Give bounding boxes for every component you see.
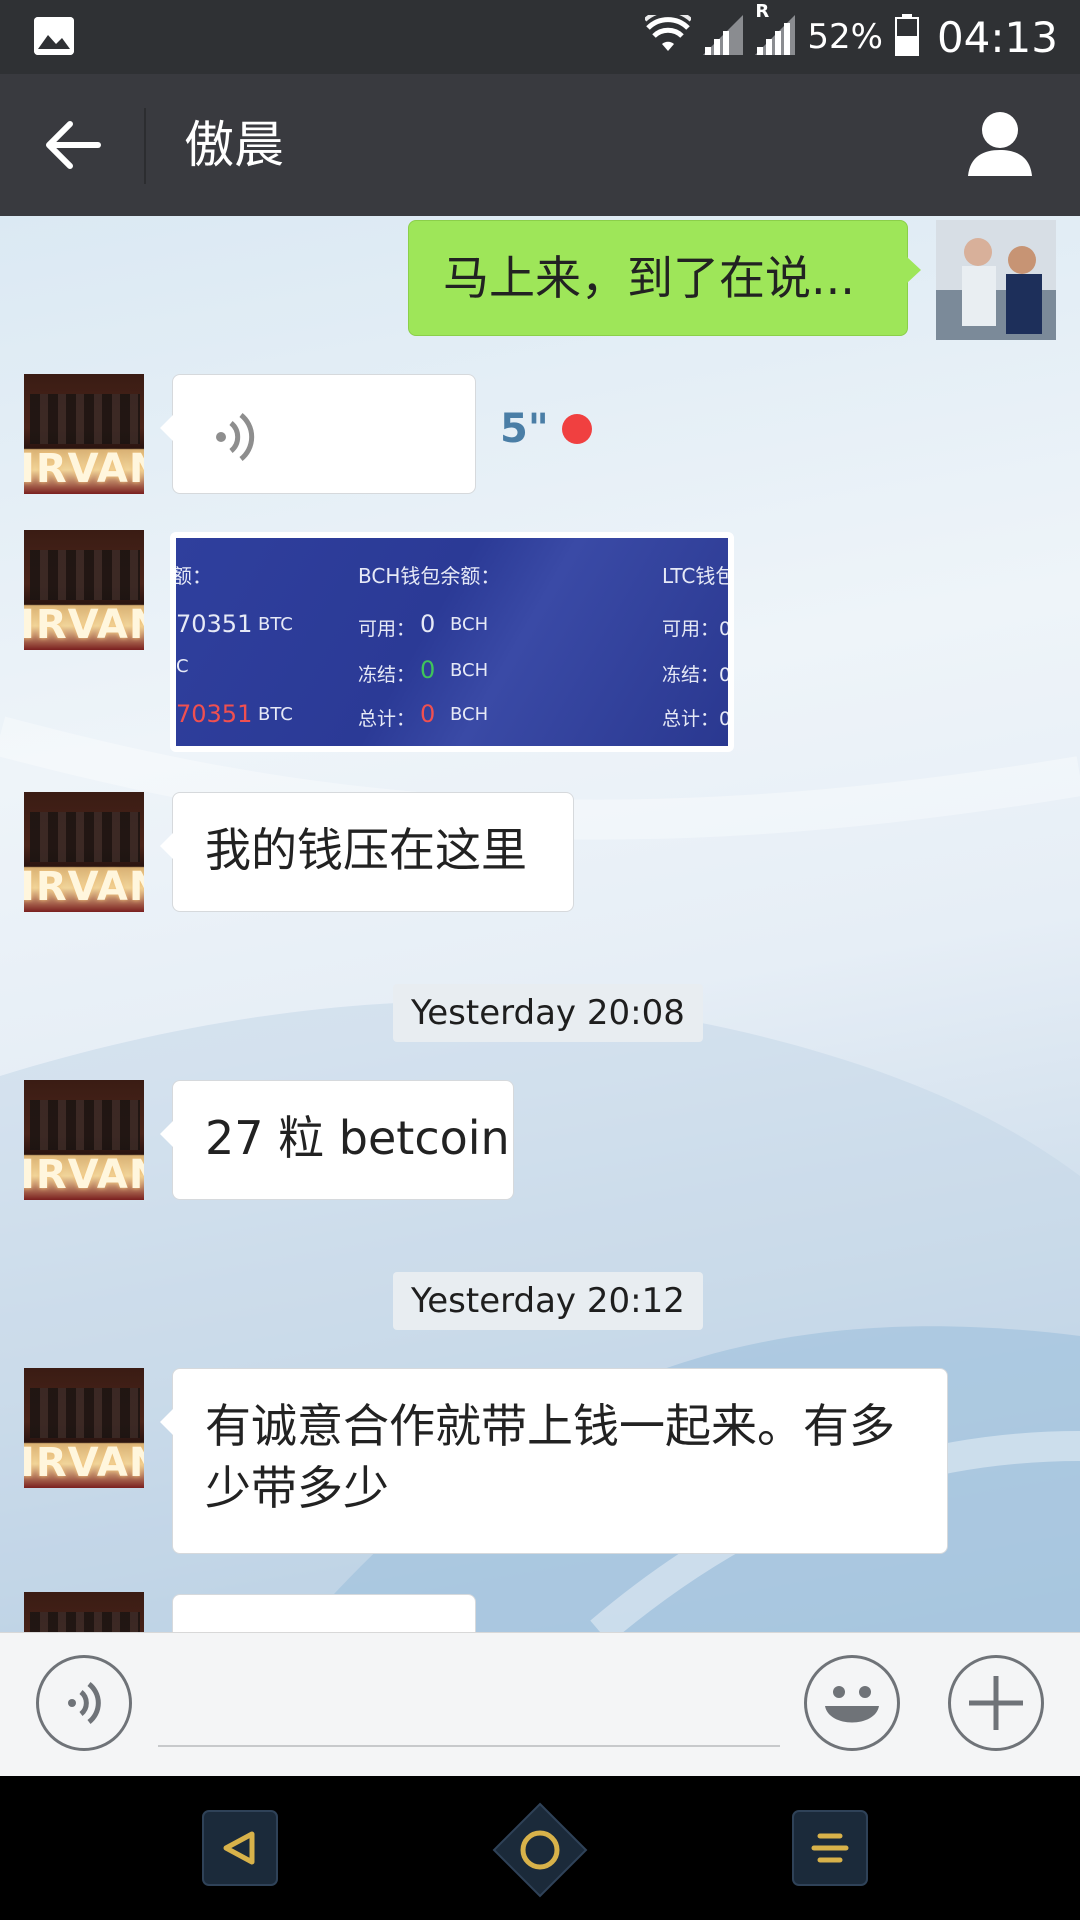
timestamp: Yesterday 20:12 bbox=[393, 1272, 703, 1330]
message-text: 有诚意合作就带上钱一起来。有多少带多少 bbox=[205, 1399, 895, 1515]
chat-message-list[interactable]: 马上来，到了在说... IRVANA 5" IRVANA 额： 70351 BT… bbox=[0, 216, 1080, 1632]
message-text: 我的钱压在这里 bbox=[205, 823, 527, 877]
voice-icon bbox=[216, 413, 255, 461]
nav-home-button[interactable] bbox=[492, 1802, 588, 1898]
back-button[interactable] bbox=[28, 104, 118, 186]
nav-back-button[interactable] bbox=[202, 1810, 278, 1886]
contact-avatar[interactable]: IRVANA bbox=[24, 1080, 144, 1200]
voice-message-bubble[interactable] bbox=[160, 374, 476, 494]
chat-header: 傲晨 bbox=[0, 74, 1080, 216]
status-bar: R 52% 04:13 bbox=[0, 0, 1080, 74]
arrow-left-icon bbox=[46, 121, 101, 169]
emoji-button[interactable] bbox=[804, 1655, 900, 1751]
voice-icon bbox=[68, 1682, 101, 1724]
emoji-icon bbox=[825, 1686, 879, 1723]
status-clock: 04:13 bbox=[936, 12, 1058, 62]
roaming-indicator: R bbox=[755, 1, 770, 22]
gallery-icon bbox=[34, 17, 74, 55]
wifi-icon bbox=[644, 9, 693, 59]
signal-icon bbox=[703, 15, 744, 59]
plus-icon bbox=[969, 1676, 1023, 1730]
nav-menu-button[interactable] bbox=[792, 1810, 868, 1886]
battery-icon bbox=[894, 14, 919, 60]
contact-avatar[interactable] bbox=[24, 1592, 144, 1632]
more-options-button[interactable] bbox=[948, 1655, 1044, 1751]
message-bubble-contact[interactable]: 27 粒 betcoin bbox=[160, 1080, 514, 1200]
contact-avatar[interactable]: IRVANA bbox=[24, 374, 144, 494]
contact-avatar[interactable]: IRVANA bbox=[24, 792, 144, 912]
home-circle-icon bbox=[492, 1802, 588, 1898]
message-bubble-contact[interactable]: 我的钱压在这里 bbox=[160, 792, 574, 912]
message-bubble-contact[interactable] bbox=[172, 1594, 476, 1632]
message-bubble-self[interactable]: 马上来，到了在说... bbox=[408, 220, 921, 336]
page-title: 傲晨 bbox=[184, 116, 284, 174]
title-divider bbox=[144, 108, 146, 184]
profile-button[interactable] bbox=[960, 104, 1040, 186]
input-bar bbox=[0, 1632, 1080, 1776]
self-avatar[interactable] bbox=[936, 220, 1056, 340]
unread-dot bbox=[562, 414, 592, 444]
message-input[interactable] bbox=[158, 1663, 780, 1747]
contact-avatar[interactable]: IRVANA bbox=[24, 1368, 144, 1488]
roaming-signal-icon: R bbox=[755, 1, 796, 59]
wallet-screenshot-image[interactable]: 额： 70351 BTC C 70351 BTC BCH钱包余额： 可用： 0 … bbox=[170, 532, 734, 752]
system-nav-bar bbox=[0, 1776, 1080, 1920]
message-bubble-contact[interactable]: 有诚意合作就带上钱一起来。有多少带多少 bbox=[160, 1368, 948, 1554]
timestamp: Yesterday 20:08 bbox=[393, 984, 703, 1042]
battery-percent: 52% bbox=[807, 17, 883, 57]
person-icon bbox=[968, 112, 1032, 176]
contact-avatar[interactable]: IRVANA bbox=[24, 530, 144, 650]
voice-duration: 5" bbox=[500, 406, 549, 452]
voice-input-button[interactable] bbox=[36, 1655, 132, 1751]
back-triangle-icon bbox=[202, 1810, 278, 1886]
message-text: 27 粒 betcoin bbox=[205, 1111, 510, 1165]
menu-lines-icon bbox=[792, 1810, 868, 1886]
message-text: 马上来，到了在说... bbox=[443, 251, 855, 305]
